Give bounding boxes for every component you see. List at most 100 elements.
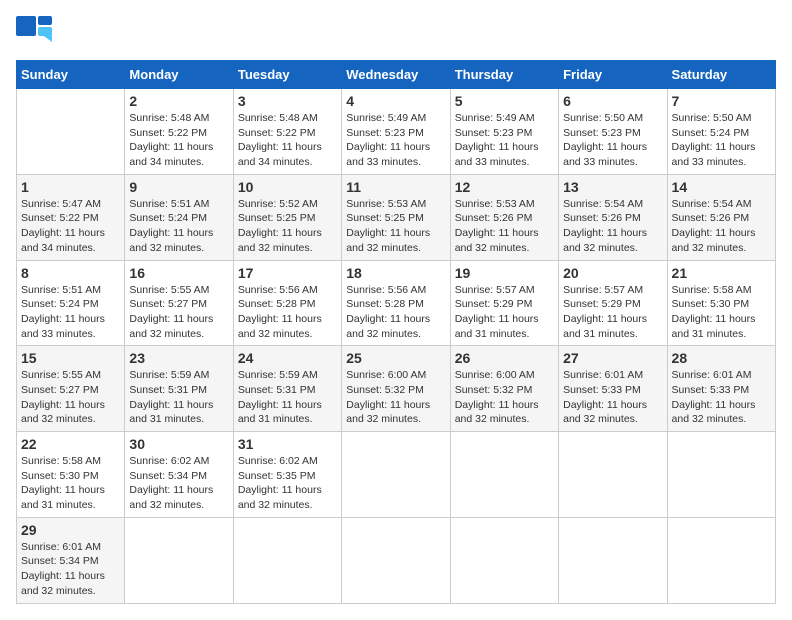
calendar-cell: 7Sunrise: 5:50 AM Sunset: 5:24 PM Daylig… bbox=[667, 89, 775, 175]
calendar-cell bbox=[125, 517, 233, 603]
calendar-cell: 20 Sunrise: 5:57 AM Sunset: 5:29 PM Dayli… bbox=[559, 260, 667, 346]
day-header-friday: Friday bbox=[559, 61, 667, 89]
calendar-cell bbox=[559, 432, 667, 518]
day-number: 1 bbox=[21, 179, 120, 195]
day-header-sunday: Sunday bbox=[17, 61, 125, 89]
day-number: 15 bbox=[21, 350, 120, 366]
calendar-cell: 28 Sunrise: 6:01 AM Sunset: 5:33 PM Dayli… bbox=[667, 346, 775, 432]
calendar-cell bbox=[559, 517, 667, 603]
day-number: 29 bbox=[21, 522, 120, 538]
calendar-cell: 26Sunrise: 6:00 AM Sunset: 5:32 PM Dayli… bbox=[450, 346, 558, 432]
day-number: 4 bbox=[346, 93, 445, 109]
day-number: 14 bbox=[672, 179, 771, 195]
day-info: Sunrise: 6:01 AM Sunset: 5:33 PM Dayligh… bbox=[672, 368, 771, 427]
calendar-cell: 25Sunrise: 6:00 AM Sunset: 5:32 PM Dayli… bbox=[342, 346, 450, 432]
calendar-row: 1 Sunrise: 5:47 AM Sunset: 5:22 PM Daylig… bbox=[17, 174, 776, 260]
day-header-saturday: Saturday bbox=[667, 61, 775, 89]
day-number: 30 bbox=[129, 436, 228, 452]
calendar-cell: 5 Sunrise: 5:49 AM Sunset: 5:23 PM Daylig… bbox=[450, 89, 558, 175]
calendar-cell bbox=[667, 432, 775, 518]
day-info: Sunrise: 5:56 AM Sunset: 5:28 PM Dayligh… bbox=[346, 283, 445, 342]
day-number: 5 bbox=[455, 93, 554, 109]
calendar-cell: 3Sunrise: 5:48 AM Sunset: 5:22 PM Daylig… bbox=[233, 89, 341, 175]
day-number: 6 bbox=[563, 93, 662, 109]
day-info: Sunrise: 5:51 AM Sunset: 5:24 PM Dayligh… bbox=[129, 197, 228, 256]
day-info: Sunrise: 5:53 AM Sunset: 5:26 PM Dayligh… bbox=[455, 197, 554, 256]
calendar-cell: 1 Sunrise: 5:47 AM Sunset: 5:22 PM Daylig… bbox=[17, 174, 125, 260]
day-info: Sunrise: 5:47 AM Sunset: 5:22 PM Dayligh… bbox=[21, 197, 120, 256]
day-number: 21 bbox=[672, 265, 771, 281]
day-info: Sunrise: 5:59 AM Sunset: 5:31 PM Dayligh… bbox=[129, 368, 228, 427]
day-number: 22 bbox=[21, 436, 120, 452]
day-number: 23 bbox=[129, 350, 228, 366]
day-number: 19 bbox=[455, 265, 554, 281]
day-number: 16 bbox=[129, 265, 228, 281]
calendar-cell: 16Sunrise: 5:55 AM Sunset: 5:27 PM Dayli… bbox=[125, 260, 233, 346]
day-number: 8 bbox=[21, 265, 120, 281]
calendar-row: 8Sunrise: 5:51 AM Sunset: 5:24 PM Daylig… bbox=[17, 260, 776, 346]
calendar-cell bbox=[342, 432, 450, 518]
day-header-thursday: Thursday bbox=[450, 61, 558, 89]
day-info: Sunrise: 5:57 AM Sunset: 5:29 PM Dayligh… bbox=[563, 283, 662, 342]
calendar-row: 29Sunrise: 6:01 AM Sunset: 5:34 PM Dayli… bbox=[17, 517, 776, 603]
calendar-cell: 17Sunrise: 5:56 AM Sunset: 5:28 PM Dayli… bbox=[233, 260, 341, 346]
calendar-cell bbox=[342, 517, 450, 603]
calendar-cell: 18 Sunrise: 5:56 AM Sunset: 5:28 PM Dayli… bbox=[342, 260, 450, 346]
day-info: Sunrise: 6:00 AM Sunset: 5:32 PM Dayligh… bbox=[346, 368, 445, 427]
calendar-cell: 14 Sunrise: 5:54 AM Sunset: 5:26 PM Dayli… bbox=[667, 174, 775, 260]
calendar-cell: 11 Sunrise: 5:53 AM Sunset: 5:25 PM Dayli… bbox=[342, 174, 450, 260]
day-number: 28 bbox=[672, 350, 771, 366]
day-info: Sunrise: 6:00 AM Sunset: 5:32 PM Dayligh… bbox=[455, 368, 554, 427]
calendar-cell: 29Sunrise: 6:01 AM Sunset: 5:34 PM Dayli… bbox=[17, 517, 125, 603]
day-number: 12 bbox=[455, 179, 554, 195]
day-number: 2 bbox=[129, 93, 228, 109]
day-header-monday: Monday bbox=[125, 61, 233, 89]
day-info: Sunrise: 6:02 AM Sunset: 5:34 PM Dayligh… bbox=[129, 454, 228, 513]
day-info: Sunrise: 5:54 AM Sunset: 5:26 PM Dayligh… bbox=[563, 197, 662, 256]
calendar-cell: 10Sunrise: 5:52 AM Sunset: 5:25 PM Dayli… bbox=[233, 174, 341, 260]
calendar-cell: 6 Sunrise: 5:50 AM Sunset: 5:23 PM Daylig… bbox=[559, 89, 667, 175]
calendar-cell: 12 Sunrise: 5:53 AM Sunset: 5:26 PM Dayli… bbox=[450, 174, 558, 260]
day-info: Sunrise: 5:58 AM Sunset: 5:30 PM Dayligh… bbox=[672, 283, 771, 342]
day-number: 18 bbox=[346, 265, 445, 281]
day-info: Sunrise: 5:59 AM Sunset: 5:31 PM Dayligh… bbox=[238, 368, 337, 427]
day-info: Sunrise: 5:54 AM Sunset: 5:26 PM Dayligh… bbox=[672, 197, 771, 256]
header-row: SundayMondayTuesdayWednesdayThursdayFrid… bbox=[17, 61, 776, 89]
day-info: Sunrise: 5:57 AM Sunset: 5:29 PM Dayligh… bbox=[455, 283, 554, 342]
day-info: Sunrise: 5:49 AM Sunset: 5:23 PM Dayligh… bbox=[455, 111, 554, 170]
calendar-row: 2 Sunrise: 5:48 AM Sunset: 5:22 PM Daylig… bbox=[17, 89, 776, 175]
day-info: Sunrise: 5:50 AM Sunset: 5:23 PM Dayligh… bbox=[563, 111, 662, 170]
page-header bbox=[16, 16, 776, 52]
calendar-cell: 15 Sunrise: 5:55 AM Sunset: 5:27 PM Dayli… bbox=[17, 346, 125, 432]
day-info: Sunrise: 5:48 AM Sunset: 5:22 PM Dayligh… bbox=[129, 111, 228, 170]
calendar-cell bbox=[17, 89, 125, 175]
day-number: 9 bbox=[129, 179, 228, 195]
calendar-row: 22 Sunrise: 5:58 AM Sunset: 5:30 PM Dayli… bbox=[17, 432, 776, 518]
day-number: 11 bbox=[346, 179, 445, 195]
day-number: 13 bbox=[563, 179, 662, 195]
calendar-table: SundayMondayTuesdayWednesdayThursdayFrid… bbox=[16, 60, 776, 604]
calendar-cell: 13 Sunrise: 5:54 AM Sunset: 5:26 PM Dayli… bbox=[559, 174, 667, 260]
day-number: 20 bbox=[563, 265, 662, 281]
calendar-cell: 2 Sunrise: 5:48 AM Sunset: 5:22 PM Daylig… bbox=[125, 89, 233, 175]
day-number: 27 bbox=[563, 350, 662, 366]
day-header-tuesday: Tuesday bbox=[233, 61, 341, 89]
calendar-cell: 24 Sunrise: 5:59 AM Sunset: 5:31 PM Dayli… bbox=[233, 346, 341, 432]
day-info: Sunrise: 5:53 AM Sunset: 5:25 PM Dayligh… bbox=[346, 197, 445, 256]
calendar-cell: 31Sunrise: 6:02 AM Sunset: 5:35 PM Dayli… bbox=[233, 432, 341, 518]
day-info: Sunrise: 5:50 AM Sunset: 5:24 PM Dayligh… bbox=[672, 111, 771, 170]
day-number: 10 bbox=[238, 179, 337, 195]
calendar-header: SundayMondayTuesdayWednesdayThursdayFrid… bbox=[17, 61, 776, 89]
calendar-cell bbox=[450, 517, 558, 603]
day-info: Sunrise: 5:55 AM Sunset: 5:27 PM Dayligh… bbox=[21, 368, 120, 427]
day-header-wednesday: Wednesday bbox=[342, 61, 450, 89]
calendar-cell: 30 Sunrise: 6:02 AM Sunset: 5:34 PM Dayli… bbox=[125, 432, 233, 518]
day-info: Sunrise: 5:49 AM Sunset: 5:23 PM Dayligh… bbox=[346, 111, 445, 170]
day-number: 31 bbox=[238, 436, 337, 452]
day-info: Sunrise: 5:58 AM Sunset: 5:30 PM Dayligh… bbox=[21, 454, 120, 513]
calendar-cell bbox=[667, 517, 775, 603]
calendar-body: 2 Sunrise: 5:48 AM Sunset: 5:22 PM Daylig… bbox=[17, 89, 776, 604]
calendar-cell bbox=[450, 432, 558, 518]
day-number: 24 bbox=[238, 350, 337, 366]
day-info: Sunrise: 6:01 AM Sunset: 5:33 PM Dayligh… bbox=[563, 368, 662, 427]
